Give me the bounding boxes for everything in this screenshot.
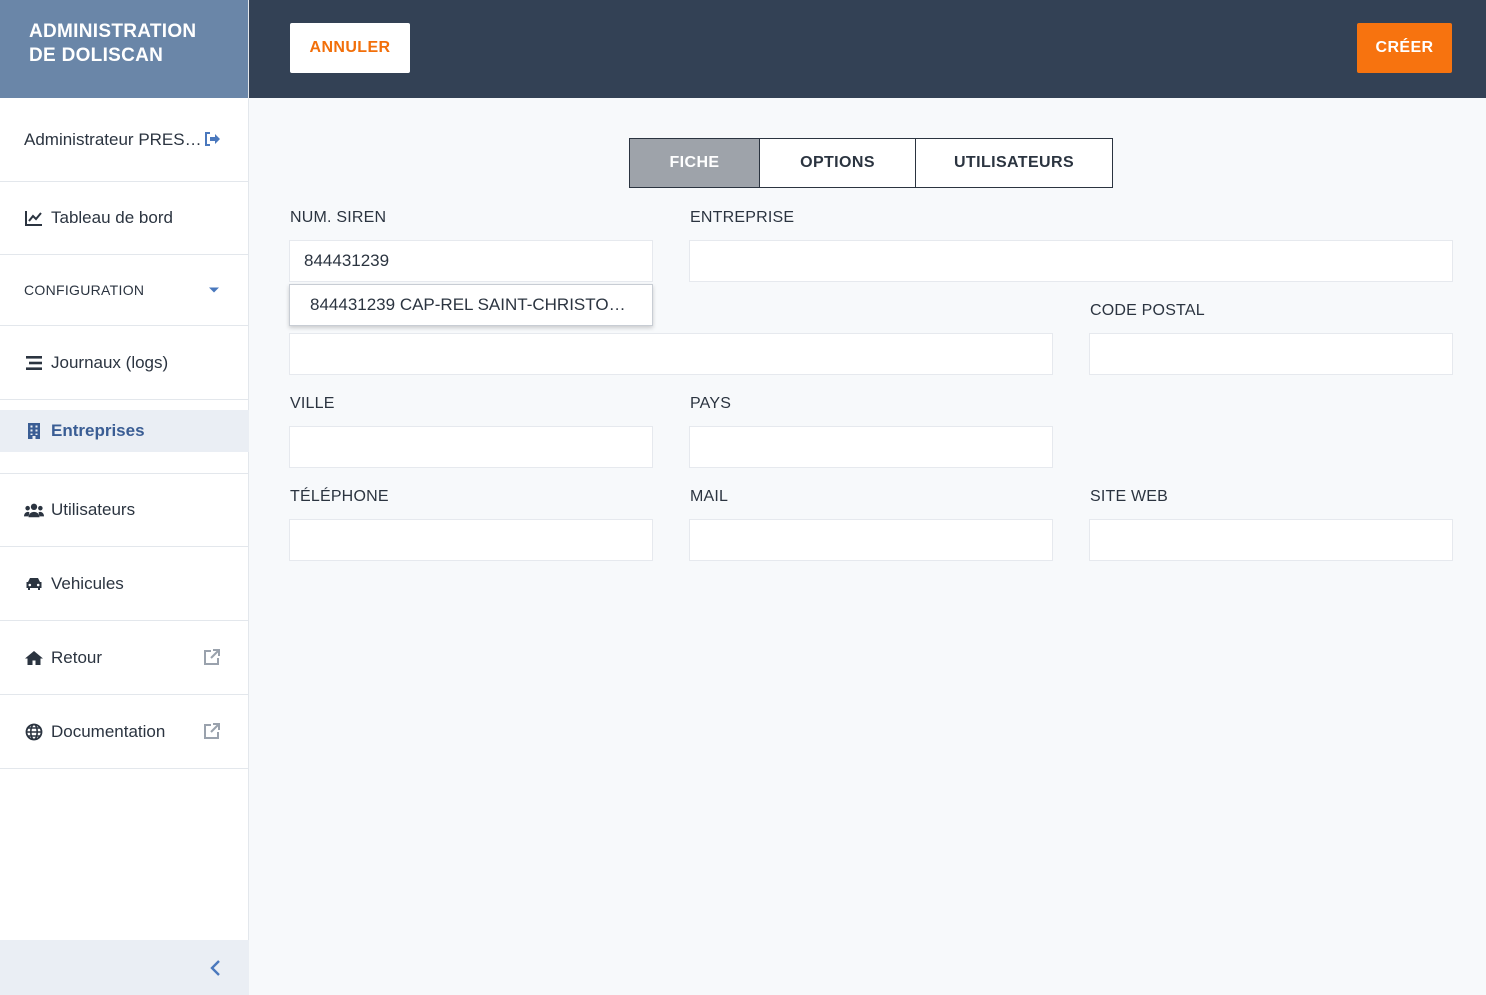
adresse-input[interactable] — [289, 333, 1053, 375]
sidebar-item-label: Utilisateurs — [51, 500, 136, 519]
sidebar-item-entreprises[interactable]: Entreprises — [0, 410, 249, 452]
siren-suggestion[interactable]: 844431239 CAP-REL SAINT-CHRISTOL… — [289, 284, 653, 326]
site-web-label: SITE WEB — [1090, 488, 1169, 505]
entreprise-input[interactable] — [689, 240, 1453, 282]
ville-label: VILLE — [290, 395, 335, 412]
caret-down-icon — [209, 287, 219, 293]
entreprise-label: ENTREPRISE — [690, 209, 795, 226]
sidebar-item-logs[interactable]: Journaux (logs) — [0, 326, 249, 400]
external-link-icon — [203, 648, 223, 668]
sidebar-item-users[interactable]: Utilisateurs — [0, 473, 249, 547]
top-toolbar: ANNULER CRÉER — [249, 0, 1486, 98]
building-icon — [24, 421, 44, 441]
telephone-input[interactable] — [289, 519, 653, 561]
sidebar-item-dashboard[interactable]: Tableau de bord — [0, 182, 249, 255]
sidebar-collapse-button[interactable] — [0, 940, 249, 995]
globe-icon — [24, 722, 44, 742]
external-link-icon — [203, 722, 223, 742]
sidebar-item-label: Retour — [51, 647, 103, 667]
sidebar-item-label: Tableau de bord — [51, 208, 173, 227]
tab-options[interactable]: OPTIONS — [759, 139, 915, 187]
form-tabs: FICHE OPTIONS UTILISATEURS — [629, 138, 1113, 188]
section-label: CONFIGURATION — [24, 282, 145, 298]
site-web-input[interactable] — [1089, 519, 1453, 561]
sidebar-item-label: Entreprises — [51, 421, 145, 440]
sidebar: ADMINISTRATION DE DOLISCAN Administrateu… — [0, 0, 249, 995]
sidebar-item-label: Journaux (logs) — [51, 352, 169, 372]
telephone-label: TÉLÉPHONE — [290, 488, 389, 505]
code-postal-label: CODE POSTAL — [1090, 302, 1205, 319]
chevron-left-icon — [209, 959, 223, 977]
logout-icon[interactable] — [203, 130, 223, 150]
sidebar-item-documentation[interactable]: Documentation — [0, 695, 249, 769]
create-button[interactable]: CRÉER — [1357, 23, 1452, 73]
cancel-button[interactable]: ANNULER — [290, 23, 410, 73]
sidebar-user[interactable]: Administrateur PRES… — [0, 98, 249, 182]
list-icon — [24, 353, 44, 373]
mail-input[interactable] — [689, 519, 1053, 561]
ville-input[interactable] — [289, 426, 653, 468]
home-icon — [24, 648, 44, 668]
users-icon — [24, 500, 44, 520]
sidebar-item-vehicules[interactable]: Vehicules — [0, 547, 249, 621]
suggestion-text: 844431239 CAP-REL SAINT-CHRISTOL… — [310, 295, 632, 314]
sidebar-section-configuration[interactable]: CONFIGURATION — [0, 255, 249, 326]
siren-input[interactable] — [289, 240, 653, 282]
tab-utilisateurs[interactable]: UTILISATEURS — [915, 139, 1112, 187]
code-postal-input[interactable] — [1089, 333, 1453, 375]
user-name: Administrateur PRES… — [24, 129, 202, 149]
tab-fiche[interactable]: FICHE — [630, 139, 759, 187]
chart-line-icon — [24, 208, 44, 228]
siren-label: NUM. SIREN — [290, 209, 387, 226]
sidebar-item-label: Documentation — [51, 721, 166, 741]
sidebar-item-retour[interactable]: Retour — [0, 621, 249, 695]
pays-label: PAYS — [690, 395, 732, 412]
app-title: ADMINISTRATION DE DOLISCAN — [0, 0, 248, 98]
sidebar-item-label: Vehicules — [51, 573, 124, 593]
car-icon — [24, 574, 44, 594]
mail-label: MAIL — [690, 488, 729, 505]
pays-input[interactable] — [689, 426, 1053, 468]
